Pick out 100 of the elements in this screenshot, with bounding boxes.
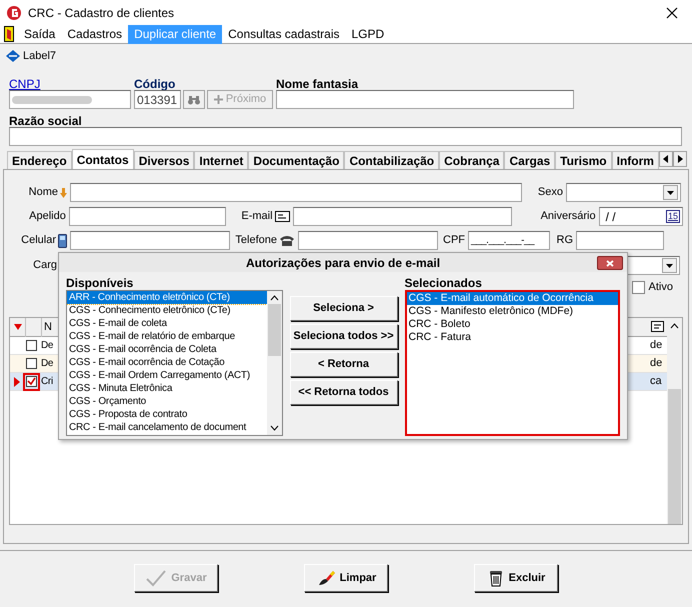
menu-item[interactable]: Saída	[18, 24, 62, 44]
field-label: Apelido	[29, 209, 66, 224]
list-item[interactable]: CGS - E-mail de relatório de embarque	[67, 330, 266, 343]
tab[interactable]: Cobrança	[439, 151, 504, 169]
field-label: RG	[556, 233, 573, 248]
gender-select[interactable]	[566, 183, 681, 202]
nickname-field[interactable]	[68, 207, 226, 226]
cpf-field[interactable]: ___.___.___-__	[468, 231, 550, 250]
list-item[interactable]: CGS - Proposta de contrato	[67, 408, 266, 421]
list-item[interactable]: CRC - Fatura	[406, 331, 618, 344]
birthday-field[interactable]: / / 15	[598, 207, 683, 226]
transfer-button[interactable]: << Retorna todos	[290, 380, 398, 405]
list-item[interactable]: CGS - E-mail automático de Ocorrência	[406, 292, 618, 305]
scroll-left-icon[interactable]	[658, 151, 673, 167]
telephone-icon	[279, 235, 295, 246]
list-label: Selecionados	[404, 276, 483, 290]
field-label: Razão social	[9, 113, 83, 127]
menu-item[interactable]: LGPD	[346, 24, 390, 44]
close-icon[interactable]	[666, 6, 678, 18]
field-label: Telefone	[235, 233, 277, 248]
rg-field[interactable]	[576, 231, 664, 250]
row-checkbox[interactable]	[26, 358, 37, 369]
list-item[interactable]: CGS - E-mail Ordem Carregamento (ACT)	[67, 369, 266, 382]
tab[interactable]: Internet	[194, 151, 248, 169]
close-icon	[606, 260, 614, 266]
mobile-phone-icon	[58, 234, 67, 248]
list-label: Disponíveis	[66, 276, 134, 290]
list-item[interactable]: CGS - Orçamento	[67, 395, 266, 408]
table-cell-text: Cri	[40, 375, 53, 389]
column-icon	[651, 321, 665, 333]
diamond-logo-icon	[6, 50, 20, 62]
menu-item[interactable]: Consultas cadastrais	[222, 24, 346, 44]
table-cell-text: De	[40, 339, 54, 353]
active-checkbox[interactable]	[632, 280, 645, 294]
tab[interactable]: Contatos	[72, 149, 134, 169]
sort-arrow-icon	[11, 323, 25, 331]
field-label: Nome fantasia	[276, 76, 360, 90]
tab[interactable]: Turismo	[555, 151, 612, 169]
delete-button[interactable]: Excluir	[474, 564, 558, 592]
envelope-icon	[274, 211, 290, 222]
field-label: E-mail	[241, 209, 273, 224]
tab[interactable]: Cargas	[504, 151, 556, 169]
row-checkbox[interactable]	[26, 340, 37, 351]
plus-icon	[214, 95, 223, 104]
list-item[interactable]: CRC - E-mail cancelamento de document	[67, 421, 266, 434]
phone-field[interactable]	[298, 231, 438, 250]
row-checkbox[interactable]	[26, 376, 37, 387]
tab[interactable]: Inform	[612, 151, 659, 169]
field-label: Carg	[33, 258, 57, 274]
list-item[interactable]: CGS - E-mail de coleta	[67, 317, 266, 330]
search-button[interactable]	[183, 90, 205, 109]
field-label: Ativo	[648, 280, 673, 295]
tab[interactable]: Documentação	[248, 151, 344, 169]
sort-down-icon	[60, 188, 67, 198]
mobile-field[interactable]	[70, 231, 230, 250]
tab[interactable]: Contabilização	[344, 151, 440, 169]
email-field[interactable]	[292, 207, 512, 226]
clear-button[interactable]: Limpar	[304, 564, 388, 592]
table-cell-text: de	[649, 338, 664, 354]
code-field[interactable]: 013391	[134, 90, 181, 109]
field-label: Código	[134, 76, 176, 90]
transfer-button[interactable]: Seleciona todos >>	[290, 324, 398, 349]
field-label: Celular	[21, 233, 56, 248]
list-item[interactable]: CGS - Conhecimento eletrônico (CTe)	[67, 304, 266, 317]
list-item[interactable]: CGS - Minuta Eletrônica	[67, 382, 266, 395]
scrollbar[interactable]	[266, 291, 282, 435]
table-cell-text: de	[649, 356, 664, 372]
app-logo-icon	[6, 4, 22, 20]
exit-door-icon	[4, 26, 14, 42]
list-item[interactable]: CGS - E-mail ocorrência de Coleta	[67, 343, 266, 356]
list-item[interactable]: CGS - E-mail ocorrência de Cotação	[67, 356, 266, 369]
field-label: Aniversário	[540, 209, 596, 224]
company-name-field[interactable]	[9, 127, 682, 146]
scroll-right-icon[interactable]	[672, 151, 687, 167]
list-item[interactable]: CGS - Manifesto eletrônico (MDFe)	[406, 305, 618, 318]
cnpj-link[interactable]: CNPJ	[9, 75, 131, 90]
list-item[interactable]: CRC - Boleto	[406, 318, 618, 331]
menu-item[interactable]: Cadastros	[61, 24, 128, 44]
scrollbar[interactable]	[667, 318, 682, 524]
header-label: Label7	[23, 48, 56, 64]
scroll-up-icon[interactable]	[670, 323, 679, 329]
field-label: Nome	[28, 185, 58, 200]
trade-name-field[interactable]	[276, 90, 574, 109]
scroll-down-icon[interactable]	[270, 425, 278, 431]
name-field[interactable]	[70, 183, 522, 202]
cnpj-field[interactable]	[9, 90, 131, 109]
tab[interactable]: Endereço	[7, 151, 72, 169]
calendar-icon[interactable]: 15	[666, 210, 680, 223]
field-label: Sexo	[538, 185, 563, 200]
table-cell-text: De	[40, 357, 54, 371]
dialog-title: Autorizações para envio de e-mail	[246, 254, 440, 272]
blurred-value-icon	[12, 96, 92, 104]
transfer-button[interactable]: < Retorna	[290, 352, 398, 377]
table-cell-text: ca	[649, 374, 663, 390]
field-label: CPF	[443, 233, 465, 248]
close-button[interactable]	[597, 256, 623, 270]
scroll-up-icon[interactable]	[270, 295, 278, 301]
tab[interactable]: Diversos	[134, 151, 194, 169]
transfer-button[interactable]: Seleciona >	[290, 296, 398, 321]
list-item[interactable]: ARR - Conhecimento eletrônico (CTe)	[67, 291, 266, 304]
